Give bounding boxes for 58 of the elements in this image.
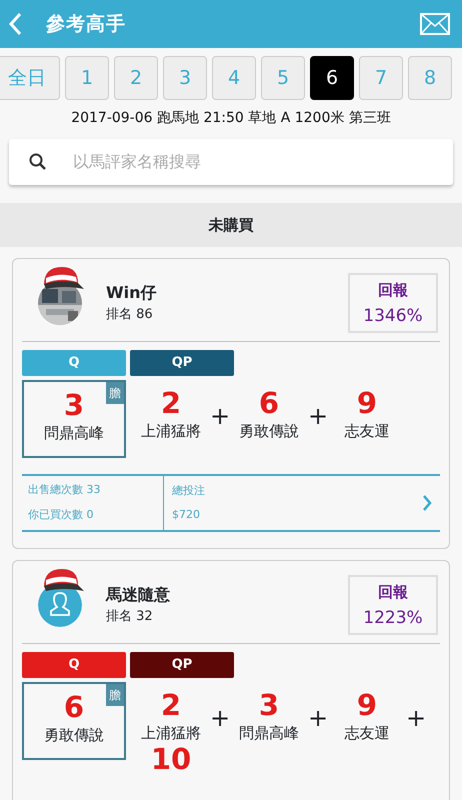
race-tab[interactable]: 7 [359, 56, 403, 100]
total-bet-label: 總投注 [172, 482, 206, 498]
horse-number: 3 [64, 390, 84, 422]
expert-rank: 排名 32 [106, 608, 154, 626]
expert-rank: 排名 86 [106, 306, 154, 324]
bet-type-tag[interactable]: Q [22, 350, 126, 376]
horse-name: 志友運 [344, 420, 390, 442]
race-info: 2017-09-06 跑馬地 21:50 草地 A 1200米 第三班 [70, 109, 392, 128]
search-icon [29, 153, 47, 171]
return-value: 1346% [362, 304, 424, 328]
plus-sign: + [404, 703, 428, 734]
plus-sign: + [306, 703, 330, 734]
horse-name: 上浦猛將 [140, 722, 202, 744]
plus-sign: + [208, 703, 232, 734]
race-tab[interactable]: 6 [310, 56, 354, 100]
back-icon[interactable] [8, 12, 22, 36]
return-label: 回報 [377, 582, 409, 603]
banker-tag: 膽 [106, 382, 124, 404]
horse-number: 2 [160, 690, 182, 722]
page-title: 參考高手 [46, 12, 127, 37]
bet-type-tag[interactable]: Q [22, 652, 126, 678]
horse-name: 問鼎高峰 [43, 423, 105, 444]
horse-number: 9 [356, 690, 378, 722]
sold-count: 出售總次數 33 [28, 482, 102, 498]
banker-tag: 膽 [106, 684, 124, 706]
bought-count: 你已買次數 0 [28, 506, 94, 522]
expert-name: Win仔 [106, 282, 158, 304]
horse-number: 9 [356, 388, 378, 420]
mail-icon[interactable] [420, 13, 450, 35]
chevron-right-icon[interactable] [422, 494, 432, 512]
horse-number: 2 [160, 388, 182, 420]
return-value: 1223% [362, 606, 424, 630]
horse-number: 6 [64, 692, 84, 724]
horse-name: 勇敢傳說 [43, 725, 105, 746]
race-tab[interactable]: 全日 [0, 56, 60, 100]
race-tab[interactable]: 4 [212, 56, 256, 100]
horse-name: 志友運 [344, 722, 390, 744]
search-bar[interactable]: 以馬評家名稱搜尋 [9, 139, 453, 185]
horse-number: 6 [258, 388, 280, 420]
horse-name: 問鼎高峰 [238, 722, 300, 744]
race-tab[interactable]: 1 [65, 56, 109, 100]
return-label: 回報 [377, 280, 409, 301]
plus-sign: + [306, 401, 330, 432]
expert-name: 馬迷隨意 [106, 584, 171, 606]
horse-name: 上浦猛將 [140, 420, 202, 442]
race-tab[interactable]: 2 [114, 56, 158, 100]
total-bet-value: $720 [172, 507, 201, 523]
horse-number: 10 [150, 744, 192, 776]
horse-number: 3 [258, 690, 280, 722]
race-tab[interactable]: 3 [163, 56, 207, 100]
race-tab[interactable]: 5 [261, 56, 305, 100]
horse-name: 勇敢傳說 [238, 420, 300, 442]
plus-sign: + [208, 401, 232, 432]
bet-type-tag[interactable]: QP [130, 350, 234, 376]
search-field[interactable]: 以馬評家名稱搜尋 [71, 149, 437, 175]
section-header: 未購買 [0, 203, 462, 247]
race-tab[interactable]: 8 [408, 56, 452, 100]
bet-type-tag[interactable]: QP [130, 652, 234, 678]
